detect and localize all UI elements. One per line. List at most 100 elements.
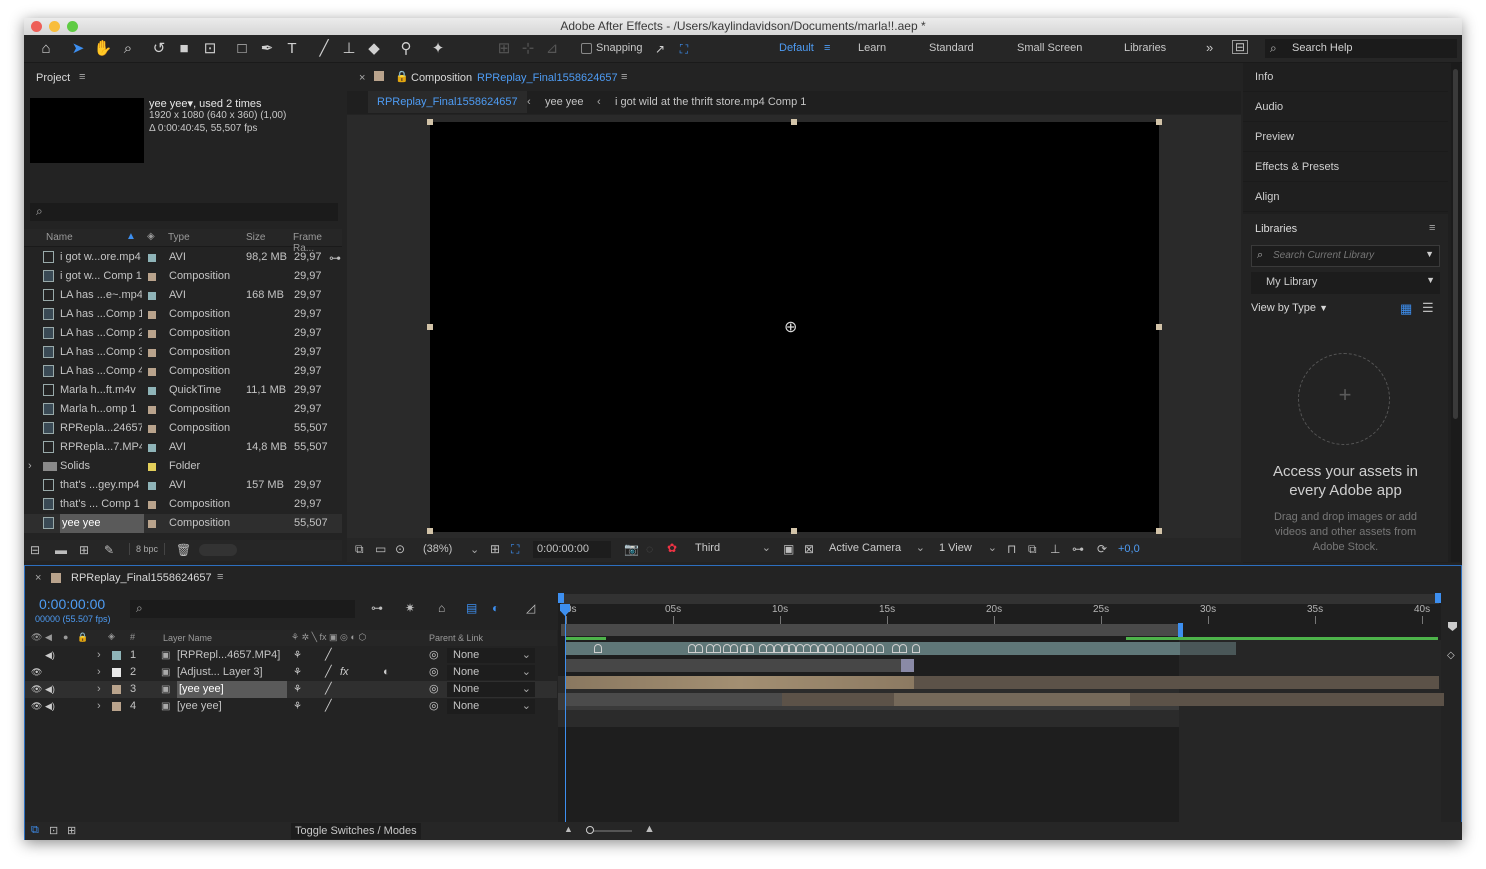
fast-previews-icon[interactable]: ⧉: [1028, 542, 1037, 557]
view-by-type-dropdown[interactable]: View by Type ▼: [1251, 302, 1328, 314]
pickwhip-icon[interactable]: ◎: [429, 698, 439, 715]
workspace-libraries[interactable]: Libraries: [1124, 42, 1166, 54]
shy-switch-icon[interactable]: ⚘: [293, 664, 302, 681]
audio-icon[interactable]: ◀): [45, 698, 55, 715]
work-area-bar[interactable]: [561, 594, 1439, 604]
close-window-button[interactable]: [31, 21, 42, 32]
render-range-bar[interactable]: [561, 624, 1179, 636]
project-item[interactable]: Marla h...ft.m4v QuickTime 11,1 MB 29,97: [24, 381, 342, 400]
keyframe-marker-icon[interactable]: [818, 644, 826, 653]
snapshot-icon[interactable]: 📷: [624, 542, 639, 556]
new-composition-icon[interactable]: ⊞: [79, 543, 89, 557]
transfer-controls-pane-icon[interactable]: ⊡: [49, 824, 58, 837]
label-swatch[interactable]: [148, 463, 156, 471]
timeline-current-time[interactable]: 0:00:00:00: [39, 596, 105, 612]
keyframe-marker-icon[interactable]: [856, 644, 864, 653]
transform-handle[interactable]: [427, 324, 433, 330]
breadcrumb-item-1[interactable]: RPReplay_Final1558624657: [368, 91, 527, 113]
audio-icon[interactable]: ◀: [45, 632, 52, 643]
quality-switch-icon[interactable]: ╱: [325, 664, 332, 681]
panel-menu-icon[interactable]: ≡: [621, 71, 627, 83]
grid-view-icon[interactable]: ▦: [1400, 301, 1412, 317]
camera-dropdown[interactable]: Active Camera ⌄: [825, 541, 929, 558]
clone-stamp-tool-icon[interactable]: ⊥: [339, 39, 359, 59]
workspace-menu-icon[interactable]: ≡: [824, 42, 830, 54]
add-asset-circle[interactable]: +: [1298, 353, 1390, 445]
in-out-pane-icon[interactable]: ⊞: [67, 824, 76, 837]
audio-panel-tab[interactable]: Audio: [1243, 93, 1448, 122]
workspace-learn[interactable]: Learn: [858, 42, 886, 54]
flowchart-icon[interactable]: ⊶: [1072, 542, 1084, 556]
keyframe-marker-icon[interactable]: [695, 644, 703, 653]
label-swatch[interactable]: [148, 520, 156, 528]
chevron-down-icon[interactable]: ⌄: [470, 543, 479, 556]
region-of-interest-icon[interactable]: ▣: [783, 542, 794, 556]
keyframe-marker-icon[interactable]: [594, 644, 602, 653]
rotation-tool-icon[interactable]: ↺: [149, 39, 169, 59]
comp-mini-flowchart-icon[interactable]: ⊶: [371, 601, 383, 615]
label-swatch[interactable]: [148, 349, 156, 357]
playhead-line[interactable]: [565, 614, 566, 840]
eye-icon[interactable]: 👁: [31, 698, 42, 715]
label-column-icon[interactable]: ◈: [147, 231, 155, 242]
label-swatch[interactable]: [148, 273, 156, 281]
toggle-pixel-aspect-icon[interactable]: ⊓: [1007, 542, 1016, 556]
keyframe-marker-icon[interactable]: [846, 644, 854, 653]
motion-blur-icon[interactable]: ◐: [492, 601, 499, 615]
project-item[interactable]: i got w... Comp 1 Composition 29,97: [24, 267, 342, 286]
adjust-settings-icon[interactable]: ✎: [104, 543, 114, 557]
search-help-field[interactable]: ⌕ Search Help: [1265, 39, 1457, 58]
layer-label-swatch[interactable]: [112, 668, 121, 677]
parent-dropdown[interactable]: None ⌄: [447, 699, 535, 714]
layer-name[interactable]: [RPRepl...4657.MP4]: [177, 647, 285, 664]
layer-bar-3[interactable]: [566, 676, 914, 689]
reset-exposure-icon[interactable]: ⟳: [1097, 542, 1107, 556]
label-swatch[interactable]: [148, 330, 156, 338]
library-search-input[interactable]: ⌕ Search Current Library ▼: [1251, 245, 1440, 267]
expand-arrow-icon[interactable]: ›: [97, 664, 101, 681]
preview-panel-tab[interactable]: Preview: [1243, 123, 1448, 152]
lock-icon[interactable]: 🔒: [395, 70, 409, 83]
bit-depth-button[interactable]: 8 bpc: [129, 543, 166, 555]
chevron-down-icon[interactable]: ▼: [1425, 249, 1434, 259]
shy-switch-icon[interactable]: ⚘: [293, 698, 302, 715]
thumbnail-zoom-slider[interactable]: [199, 544, 237, 556]
comp-marker-well-icon[interactable]: [1448, 622, 1457, 631]
keyframe-marker-icon[interactable]: [912, 644, 920, 653]
right-panel-scrollbar[interactable]: [1451, 63, 1460, 562]
project-item[interactable]: › Solids Folder: [24, 457, 342, 476]
type-tool-icon[interactable]: T: [282, 39, 302, 59]
close-tab-icon[interactable]: ×: [359, 72, 365, 84]
label-swatch[interactable]: [148, 311, 156, 319]
timeline-zoom-slider[interactable]: [586, 826, 632, 834]
list-view-icon[interactable]: ☰: [1422, 300, 1434, 316]
zoom-in-icon[interactable]: ▲: [644, 823, 655, 835]
keyframe-marker-icon[interactable]: [766, 644, 774, 653]
parent-dropdown[interactable]: None ⌄: [447, 665, 535, 680]
interpret-footage-icon[interactable]: ⊟: [30, 543, 40, 557]
quality-switch-icon[interactable]: ╱: [325, 698, 332, 715]
adjustment-handle[interactable]: [901, 659, 914, 672]
layer-name[interactable]: [Adjust... Layer 3]: [177, 664, 285, 681]
hand-tool-icon[interactable]: ✋: [93, 39, 113, 59]
label-swatch[interactable]: [148, 387, 156, 395]
panel-menu-icon[interactable]: ≡: [1429, 222, 1435, 234]
layer-label-swatch[interactable]: [112, 702, 121, 711]
layer-label-swatch[interactable]: [112, 685, 121, 694]
quality-switch-icon[interactable]: ╱: [325, 647, 332, 664]
label-swatch[interactable]: [148, 254, 156, 262]
keyframe-marker-icon[interactable]: [788, 644, 796, 653]
expand-arrow-icon[interactable]: ›: [28, 457, 32, 476]
project-item[interactable]: yee yee Composition 55,507: [24, 514, 342, 533]
layer-bar-3-tail[interactable]: [914, 676, 1439, 689]
pickwhip-icon[interactable]: ◎: [429, 664, 439, 681]
layer-row[interactable]: 👁 ◀) › 4 ▣ [yee yee] ⚘ ╱ ◎ None ⌄: [25, 698, 557, 715]
transparency-grid-icon[interactable]: ⊠: [804, 542, 814, 556]
transform-handle[interactable]: [791, 528, 797, 534]
vr-icon[interactable]: ⊙: [395, 542, 405, 556]
snap-edges-icon[interactable]: ↗: [650, 39, 670, 59]
selection-tool-icon[interactable]: ➤: [68, 39, 88, 59]
keyframe-marker-icon[interactable]: [810, 644, 818, 653]
zoom-level[interactable]: (38%): [423, 543, 452, 555]
toggle-switches-modes-button[interactable]: Toggle Switches / Modes: [291, 823, 421, 839]
